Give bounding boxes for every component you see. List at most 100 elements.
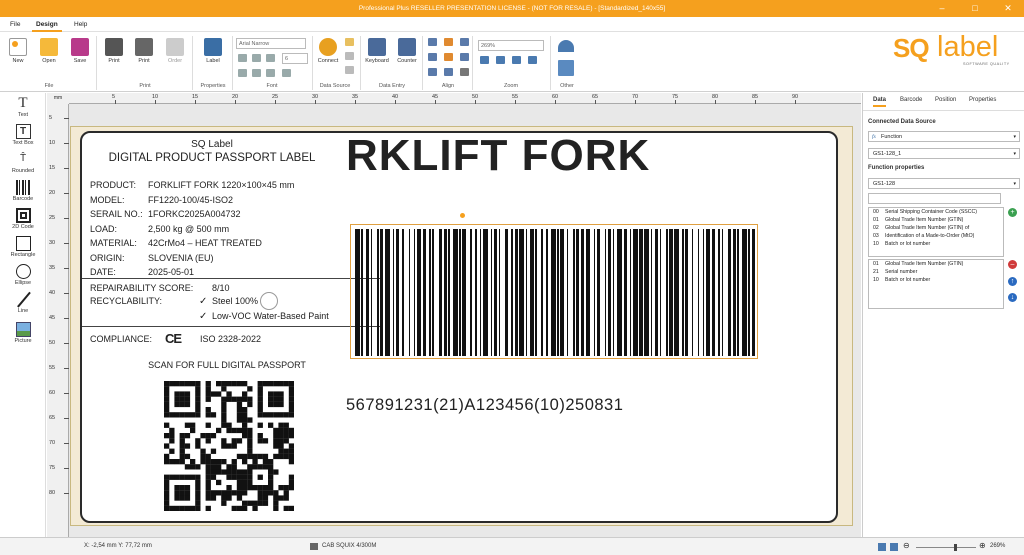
zoom-fit-icon[interactable] — [480, 56, 489, 64]
field-value[interactable]: FF1220-100/45-ISO2 — [148, 195, 233, 205]
ai-list-item[interactable]: 01 Global Trade Item Number (GTIN) — [869, 216, 1003, 224]
field-key[interactable]: SERAIL NO.: — [90, 209, 143, 219]
datasource-table-icon[interactable] — [345, 66, 354, 74]
tool-text[interactable]: T Text — [0, 96, 46, 119]
align-right-icon[interactable] — [266, 69, 275, 77]
align-center-icon[interactable] — [252, 69, 261, 77]
recyclability-paint[interactable]: Low-VOC Water-Based Paint — [212, 311, 329, 321]
tab-position[interactable]: Position — [935, 97, 956, 103]
close-icon[interactable]: ✕ — [996, 0, 1020, 17]
product-name-big[interactable]: RKLIFT FORK — [346, 131, 650, 181]
same-size-icon[interactable] — [444, 68, 453, 76]
fit-page-icon[interactable] — [878, 543, 886, 551]
maximize-icon[interactable]: □ — [963, 0, 987, 17]
order-button[interactable]: Order — [164, 38, 186, 64]
remove-icon[interactable]: – — [1008, 260, 1017, 269]
align-bottom-icon[interactable] — [460, 38, 469, 46]
zoom-100-icon[interactable] — [528, 56, 537, 64]
menu-file[interactable]: File — [6, 17, 24, 32]
label-title[interactable]: DIGITAL PRODUCT PASSPORT LABEL — [82, 152, 342, 164]
zoom-in-icon[interactable]: ⊕ — [979, 541, 986, 550]
font-name-dropdown[interactable]: Arial Narrow — [236, 38, 306, 49]
ai-list-item[interactable]: 21 Serial number — [869, 268, 1003, 276]
undo-icon[interactable] — [558, 40, 574, 52]
zoom-slider-thumb[interactable] — [954, 544, 957, 551]
field-key[interactable]: MATERIAL: — [90, 238, 137, 248]
add-icon[interactable]: + — [1008, 208, 1017, 217]
align-obj-center-icon[interactable] — [444, 53, 453, 61]
ai-selected-list[interactable]: 01 Global Trade Item Number (GTIN) 21 Seria… — [868, 259, 1004, 309]
rotate-icon[interactable] — [460, 68, 469, 76]
tool-2dcode[interactable]: 2D Code — [0, 208, 46, 230]
field-value[interactable]: 42CrMo4 – HEAT TREATED — [148, 238, 262, 248]
gs1-barcode[interactable] — [350, 224, 758, 359]
zoom-dropdown[interactable]: 269% — [478, 40, 544, 51]
datasource-edit-icon[interactable] — [345, 38, 354, 46]
datasource-refresh-icon[interactable] — [345, 52, 354, 60]
align-top-icon[interactable] — [428, 38, 437, 46]
gs1-object-dropdown[interactable]: GS1-128_1 ▾ — [868, 148, 1020, 159]
label-brand[interactable]: SQ Label — [82, 139, 342, 150]
ce-mark[interactable]: CE — [165, 331, 182, 346]
scan-caption[interactable]: SCAN FOR FULL DIGITAL PASSPORT — [82, 360, 372, 370]
menu-help[interactable]: Help — [70, 17, 91, 32]
field-key[interactable]: ORIGIN: — [90, 253, 125, 263]
align-left-icon[interactable] — [238, 69, 247, 77]
ai-list-item[interactable]: 10 Batch or lot number — [869, 276, 1003, 284]
tab-properties[interactable]: Properties — [969, 97, 996, 103]
tab-data[interactable]: Data — [873, 97, 887, 107]
ai-list-item[interactable]: 02 Global Trade Item Number (GTIN) of — [869, 224, 1003, 232]
zoom-height-icon[interactable] — [512, 56, 521, 64]
field-key[interactable]: DATE: — [90, 267, 116, 277]
function-dropdown[interactable]: fx Function ▾ — [868, 131, 1020, 142]
tool-ellipse[interactable]: Ellipse — [0, 264, 46, 286]
repairability-value[interactable]: 8/10 — [212, 283, 230, 293]
recyclability-steel[interactable]: Steel 100% — [212, 296, 258, 306]
symbology-dropdown[interactable]: GS1-128 ▾ — [868, 178, 1020, 189]
field-key[interactable]: LOAD: — [90, 224, 117, 234]
tab-barcode[interactable]: Barcode — [900, 97, 922, 103]
menu-design[interactable]: Design — [32, 17, 62, 32]
ai-list-item[interactable]: 01 Global Trade Item Number (GTIN) — [869, 260, 1003, 268]
zoom-out-icon[interactable]: ⊖ — [903, 541, 910, 550]
print-button[interactable]: Print — [104, 38, 124, 64]
font-case-icon[interactable] — [266, 54, 275, 62]
ai-list-item[interactable]: 00 Serial Shipping Container Code (SSCC) — [869, 208, 1003, 216]
label-button[interactable]: Label — [202, 38, 224, 64]
counter-button[interactable]: Counter — [394, 38, 420, 64]
label-design[interactable]: SQ Label DIGITAL PRODUCT PASSPORT LABEL … — [80, 131, 838, 523]
align-justify-icon[interactable] — [282, 69, 291, 77]
font-shrink-icon[interactable] — [252, 54, 261, 62]
align-middle-icon[interactable] — [444, 38, 453, 46]
repairability-key[interactable]: REPAIRABILITY SCORE: — [90, 283, 193, 293]
field-value[interactable]: 1FORKC2025A004732 — [148, 209, 241, 219]
tool-picture[interactable]: Picture — [0, 322, 46, 344]
compliance-key[interactable]: COMPLIANCE: — [90, 334, 152, 344]
new-button[interactable]: New — [8, 38, 28, 64]
font-size-dropdown[interactable]: 6 — [282, 53, 308, 64]
save-button[interactable]: Save — [70, 38, 90, 64]
tool-line[interactable]: Line — [0, 291, 46, 314]
tool-rounded[interactable]: T̑ Rounded — [0, 152, 46, 174]
field-value[interactable]: 2025-05-01 — [148, 267, 194, 277]
ai-list-item[interactable]: 03 Identification of a Made-to-Order (MtO… — [869, 232, 1003, 240]
compliance-value[interactable]: ISO 2328-2022 — [200, 334, 261, 344]
open-button[interactable]: Open — [38, 38, 60, 64]
zoom-slider[interactable] — [916, 547, 976, 548]
minimize-icon[interactable]: – — [930, 0, 954, 17]
align-obj-left-icon[interactable] — [428, 53, 437, 61]
align-obj-right-icon[interactable] — [460, 53, 469, 61]
export-icon[interactable] — [558, 60, 574, 76]
distribute-icon[interactable] — [428, 68, 437, 76]
field-key[interactable]: MODEL: — [90, 195, 125, 205]
recyclability-key[interactable]: RECYCLABILITY: — [90, 296, 162, 306]
fit-width-icon[interactable] — [890, 543, 898, 551]
print-preview-button[interactable]: Print — [134, 38, 154, 64]
connect-button[interactable]: Connect — [316, 38, 340, 64]
field-value[interactable]: 2,500 kg @ 500 mm — [148, 224, 229, 234]
ai-search-input[interactable] — [868, 193, 1001, 204]
printer-name[interactable]: CAB SQUIX 4/300M — [322, 543, 376, 549]
barcode-human-text[interactable]: 567891231(21)A123456(10)250831 — [346, 396, 623, 415]
font-grow-icon[interactable] — [238, 54, 247, 62]
qr-code[interactable] — [164, 381, 294, 511]
